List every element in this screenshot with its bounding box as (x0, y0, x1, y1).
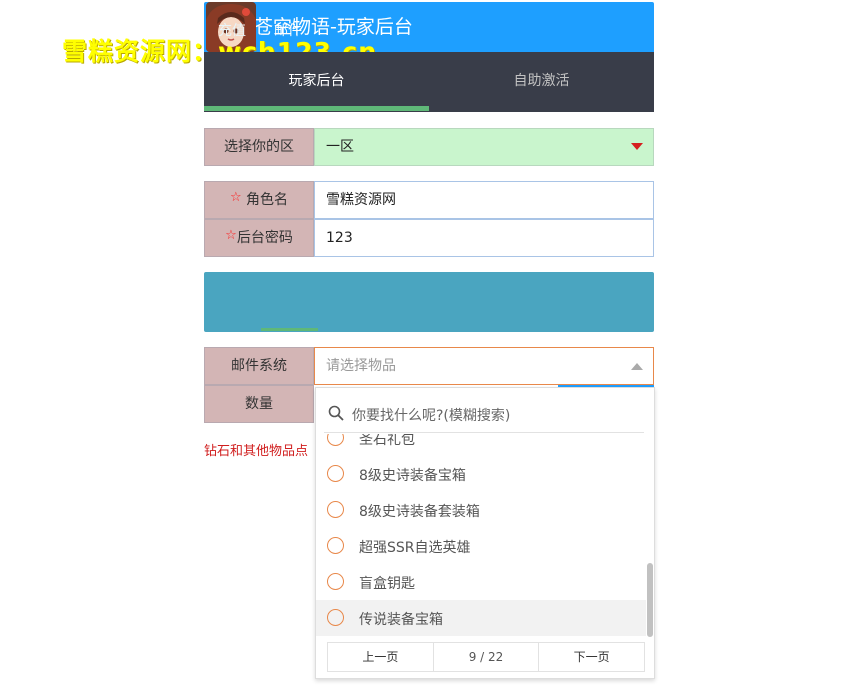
role-name-label: ☆ 角色名 (204, 181, 314, 219)
subtab-bar (204, 272, 654, 332)
role-name-input[interactable]: 雪糕资源网 (314, 181, 654, 219)
dropdown-list: 圣石礼包 8级史诗装备宝箱 8级史诗装备套装箱 超强SSR自选英雄 盲盒钥匙 传… (316, 434, 646, 638)
list-item-label: 超强SSR自选英雄 (359, 540, 471, 556)
tab-player-backend[interactable]: 玩家后台 (204, 52, 429, 112)
list-item[interactable]: 8级史诗装备宝箱 (316, 456, 646, 492)
search-icon (328, 405, 344, 421)
list-item[interactable]: 圣石礼包 (316, 434, 646, 456)
password-input[interactable]: 123 (314, 219, 654, 257)
password-label: ☆后台密码 (204, 219, 314, 257)
mail-item-placeholder: 请选择物品 (326, 358, 396, 374)
dropdown-search-placeholder: 你要找什么呢?(模糊搜索) (352, 408, 511, 424)
radio-icon (327, 434, 344, 446)
zone-label: 选择你的区 (204, 128, 314, 166)
list-item-label: 圣石礼包 (359, 434, 415, 448)
tab-self-activation[interactable]: 自助激活 (429, 52, 654, 112)
dropdown-search[interactable]: 你要找什么呢?(模糊搜索) (324, 396, 644, 433)
list-item[interactable]: 超强SSR自选英雄 (316, 528, 646, 564)
dropdown-scrollbar[interactable] (647, 563, 653, 637)
page-indicator: 9 / 22 (434, 643, 540, 671)
radio-icon (327, 501, 344, 518)
role-name-label-text: 角色名 (246, 192, 289, 208)
pagination: 上一页 9 / 22 下一页 (327, 642, 645, 672)
active-tab-indicator (204, 106, 429, 111)
quantity-label: 数量 (204, 385, 314, 423)
caret-up-icon (631, 363, 643, 370)
password-label-text: 后台密码 (236, 230, 293, 246)
mail-system-label: 邮件系统 (204, 347, 314, 385)
radio-icon (327, 537, 344, 554)
list-item-label: 传说装备宝箱 (359, 612, 443, 628)
mail-item-select[interactable]: 请选择物品 (314, 347, 654, 385)
list-item-label: 8级史诗装备套装箱 (359, 504, 480, 520)
main-nav: 玩家后台 自助激活 (204, 52, 654, 112)
active-subtab-indicator (261, 328, 318, 331)
list-item[interactable]: 盲盒钥匙 (316, 564, 646, 600)
list-item-label: 盲盒钥匙 (359, 576, 415, 592)
zone-select-value: 一区 (326, 139, 354, 155)
hint-text: 钻石和其他物品点 (204, 444, 309, 459)
item-dropdown: 你要找什么呢?(模糊搜索) 圣石礼包 8级史诗装备宝箱 8级史诗装备套装箱 超强… (315, 387, 655, 679)
required-star-icon: ☆ (229, 190, 242, 205)
prev-page-button[interactable]: 上一页 (328, 643, 434, 671)
zone-select[interactable]: 一区 (314, 128, 654, 166)
list-item[interactable]: 传说装备宝箱 (316, 600, 646, 636)
tab-mail[interactable]: 邮件 (274, 20, 302, 40)
list-item-label: 8级史诗装备宝箱 (359, 468, 466, 484)
radio-icon (327, 573, 344, 590)
required-star-icon: ☆ (225, 228, 237, 243)
radio-icon (327, 465, 344, 482)
next-page-button[interactable]: 下一页 (539, 643, 644, 671)
list-item[interactable]: 8级史诗装备套装箱 (316, 492, 646, 528)
radio-icon (327, 609, 344, 626)
tab-recharge[interactable]: 充值 (218, 20, 246, 40)
caret-down-icon (631, 143, 643, 150)
